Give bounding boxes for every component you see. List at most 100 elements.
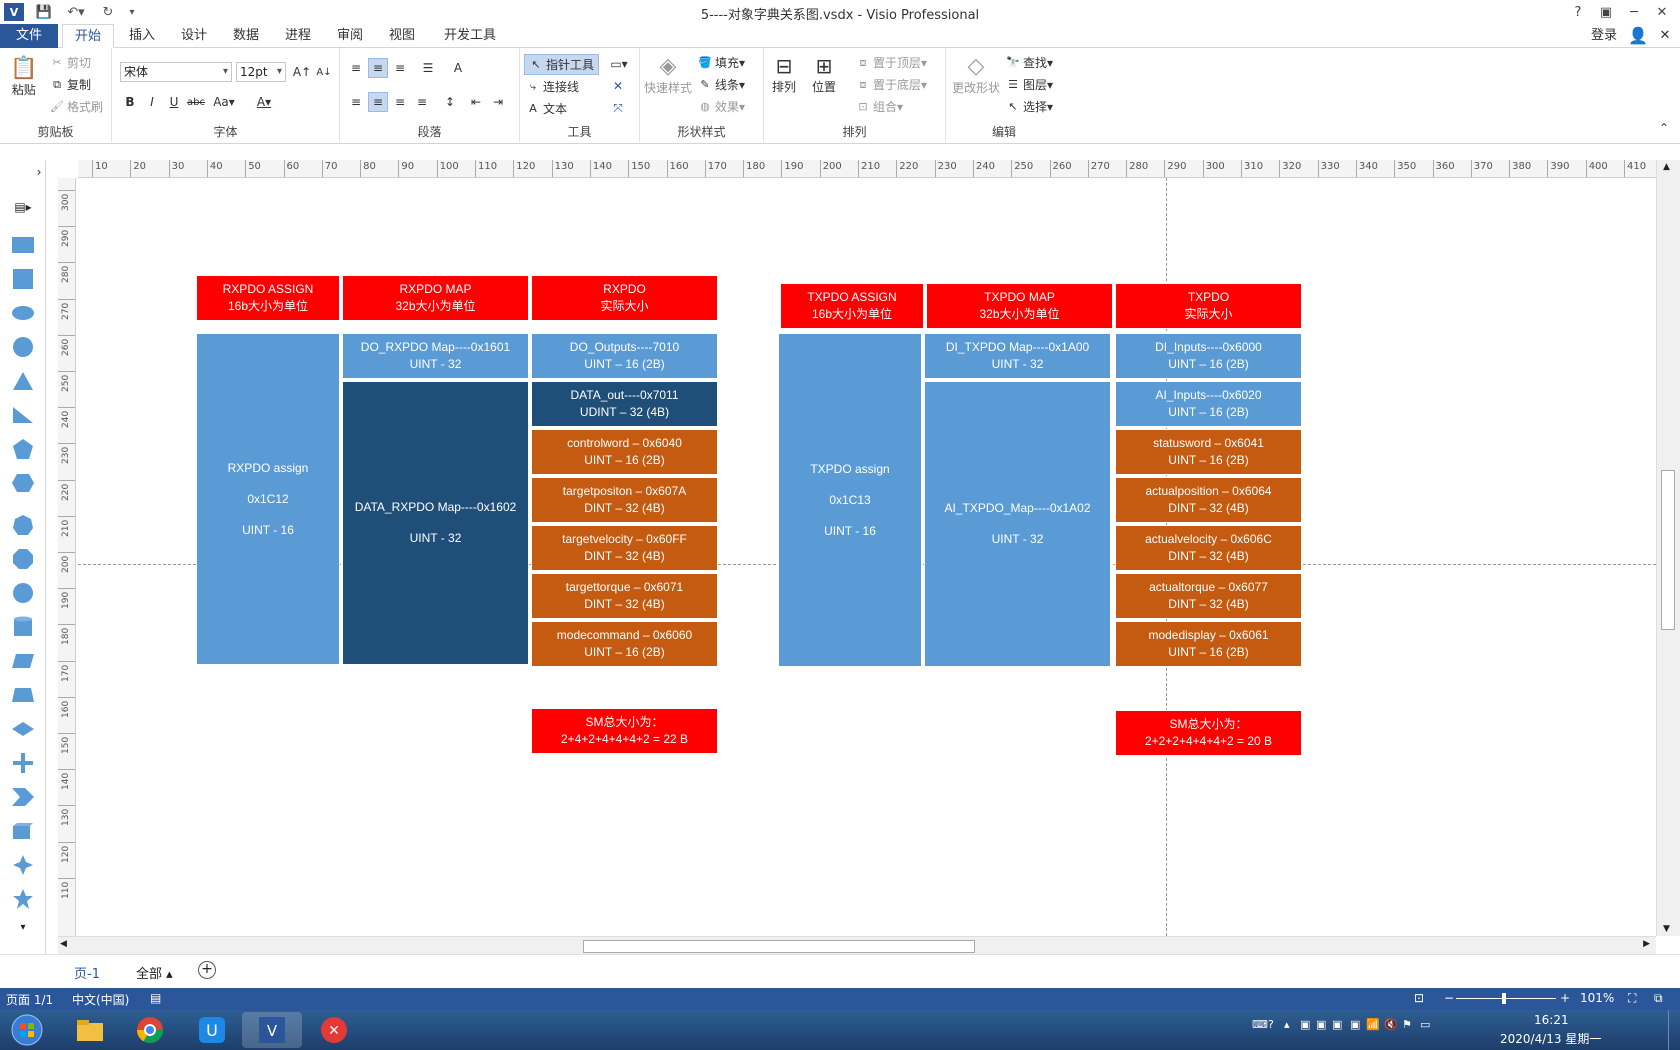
network-tray-icon[interactable]: 📶 xyxy=(1366,1018,1380,1031)
rectangle-shape-icon[interactable] xyxy=(10,232,36,258)
show-desktop-button[interactable] xyxy=(1668,1010,1680,1050)
scroll-down-icon[interactable]: ▼ xyxy=(1663,924,1670,934)
vertical-scroll-thumb[interactable] xyxy=(1661,470,1675,630)
quick-styles-button[interactable]: ◈ 快速样式 xyxy=(644,54,692,96)
presentation-mode-icon[interactable]: ⊡ xyxy=(1414,991,1424,1005)
scroll-left-icon[interactable]: ◀ xyxy=(60,939,67,949)
grow-font-icon[interactable]: A↑ xyxy=(292,62,312,82)
data-rxpdo-map-box[interactable]: DATA_RXPDO Map----0x1602 UINT - 32 xyxy=(342,381,529,665)
tab-file[interactable]: 文件 xyxy=(0,24,58,48)
text-block-icon[interactable]: ⤧ xyxy=(608,98,628,118)
strikethrough-icon[interactable]: abc xyxy=(186,92,206,112)
tx-sm-total-box[interactable]: SM总大小为： 2+2+2+4+4+4+2 = 20 B xyxy=(1115,710,1302,756)
italic-icon[interactable]: I xyxy=(142,92,162,112)
tab-design[interactable]: 设计 xyxy=(172,24,216,48)
fit-page-icon[interactable]: ⛶ xyxy=(1628,991,1636,1006)
ribbon-display-icon[interactable]: ▣ xyxy=(1593,2,1619,22)
square-shape-icon[interactable] xyxy=(10,266,36,292)
txpdo-assign-header[interactable]: TXPDO ASSIGN 16b大小为单位 xyxy=(780,283,924,329)
horizontal-scrollbar[interactable]: ◀ ▶ xyxy=(58,936,1656,954)
drawing-canvas[interactable]: RXPDO ASSIGN 16b大小为单位 RXPDO MAP 32b大小为单位 R… xyxy=(78,178,1656,936)
app2-tray-icon[interactable]: ▣ xyxy=(1316,1018,1326,1031)
arrange-button[interactable]: ⊟ 排列 xyxy=(772,54,796,95)
hexagon-shape-icon[interactable] xyxy=(10,470,36,496)
tx-object-box[interactable]: modedisplay – 0x6061 UINT – 16 (2B) xyxy=(1115,621,1302,667)
do-rxpdo-map-box[interactable]: DO_RXPDO Map----0x1601 UINT - 32 xyxy=(342,333,529,379)
tab-insert[interactable]: 插入 xyxy=(120,24,164,48)
txpdo-assign-box[interactable]: TXPDO assign 0x1C13 UINT - 16 xyxy=(778,333,922,667)
line-spacing-icon[interactable]: ↕ xyxy=(440,92,460,112)
zoom-slider-thumb[interactable] xyxy=(1502,993,1506,1004)
rx-object-box[interactable]: targetpositon – 0x607A DINT – 32 (4B) xyxy=(531,477,718,523)
rxpdo-assign-box[interactable]: RXPDO assign 0x1C12 UINT - 16 xyxy=(196,333,340,665)
zoom-slider-track[interactable] xyxy=(1456,998,1556,999)
minimize-button[interactable]: ─ xyxy=(1621,2,1647,22)
close-button[interactable]: ✕ xyxy=(1649,2,1675,22)
align-middle-icon[interactable]: ≡ xyxy=(368,58,388,78)
clock-date[interactable]: 2020/4/13 星期一 xyxy=(1500,1030,1601,1047)
increase-indent-icon[interactable]: ⇥ xyxy=(488,92,508,112)
shrink-font-icon[interactable]: A↓ xyxy=(314,62,334,82)
tx-object-box[interactable]: actualvelocity – 0x606C DINT – 32 (4B) xyxy=(1115,525,1302,571)
all-pages-button[interactable]: 全部 ▴ xyxy=(136,963,173,982)
show-hidden-icons[interactable]: ▴ xyxy=(1284,1018,1290,1031)
font-family-select[interactable]: 宋体 xyxy=(120,62,232,82)
add-page-icon[interactable]: + xyxy=(198,961,216,979)
zoom-level[interactable]: 101% xyxy=(1580,991,1614,1005)
3d-box-shape-icon[interactable] xyxy=(10,818,36,844)
rx-object-box[interactable]: DATA_out----0x7011 UDINT – 32 (4B) xyxy=(531,381,718,427)
underline-icon[interactable]: U xyxy=(164,92,184,112)
pointer-tool-button[interactable]: ↖ 指针工具 xyxy=(524,54,600,75)
send-back-button[interactable]: ⧈ 置于底层 ▾ xyxy=(856,76,928,93)
tab-data[interactable]: 数据 xyxy=(224,24,268,48)
vertical-scrollbar[interactable]: ▲ ▼ xyxy=(1656,160,1680,936)
chrome-taskbar-icon[interactable] xyxy=(120,1012,180,1048)
align-right-icon[interactable]: ≡ xyxy=(390,92,410,112)
position-button[interactable]: ⊞ 位置 xyxy=(812,54,836,95)
switch-windows-icon[interactable]: ⧉ xyxy=(1654,991,1663,1006)
cylinder-shape-icon[interactable] xyxy=(10,614,36,640)
align-top-icon[interactable]: ≡ xyxy=(346,58,366,78)
macro-record-icon[interactable]: ▤ xyxy=(150,991,161,1005)
connection-point-icon[interactable]: ✕ xyxy=(608,76,628,96)
file-explorer-taskbar-icon[interactable] xyxy=(60,1012,120,1048)
app3-tray-icon[interactable]: ▣ xyxy=(1332,1018,1342,1031)
font-size-select[interactable]: 12pt xyxy=(236,62,286,82)
tx-object-box[interactable]: AI_Inputs----0x6020 UINT – 16 (2B) xyxy=(1115,381,1302,427)
align-bottom-icon[interactable]: ≡ xyxy=(390,58,410,78)
page-indicator[interactable]: 页面 1/1 xyxy=(6,991,53,1008)
keyboard-tray-icon[interactable]: ⌨ xyxy=(1252,1018,1268,1031)
visio-taskbar-icon[interactable]: V xyxy=(242,1012,302,1048)
rxpdo-map-header[interactable]: RXPDO MAP 32b大小为单位 xyxy=(342,275,529,321)
align-center-icon[interactable]: ≡ xyxy=(368,92,388,112)
app4-tray-icon[interactable]: ▣ xyxy=(1350,1018,1360,1031)
rxpdo-header[interactable]: RXPDO 实际大小 xyxy=(531,275,718,321)
octagon-shape-icon[interactable] xyxy=(10,546,36,572)
battery-tray-icon[interactable]: ▭ xyxy=(1420,1018,1430,1031)
app-u-taskbar-icon[interactable]: U xyxy=(182,1012,242,1048)
trapezoid-shape-icon[interactable] xyxy=(10,682,36,708)
bold-icon[interactable]: B xyxy=(120,92,140,112)
di-txpdo-map-box[interactable]: DI_TXPDO Map----0x1A00 UINT - 32 xyxy=(924,333,1111,379)
text-direction-icon[interactable]: A xyxy=(448,58,468,78)
change-shape-button[interactable]: ◇ 更改形状 xyxy=(952,54,1000,96)
right-triangle-shape-icon[interactable] xyxy=(10,402,36,428)
rxpdo-assign-header[interactable]: RXPDO ASSIGN 16b大小为单位 xyxy=(196,275,340,321)
chevron-shape-icon[interactable] xyxy=(10,784,36,810)
tx-object-box[interactable]: actualposition – 0x6064 DINT – 32 (4B) xyxy=(1115,477,1302,523)
ellipse-shape-icon[interactable] xyxy=(10,300,36,326)
volume-muted-icon[interactable]: 🔇 xyxy=(1384,1018,1398,1031)
tab-developer[interactable]: 开发工具 xyxy=(440,24,500,48)
expand-panel-icon[interactable]: › xyxy=(26,164,52,180)
clock-time[interactable]: 16:21 xyxy=(1534,1013,1569,1027)
circle-shape-icon[interactable] xyxy=(10,334,36,360)
stencil-menu-icon[interactable]: ▤▸ xyxy=(10,194,36,220)
scroll-right-icon[interactable]: ▶ xyxy=(1643,939,1650,949)
fill-button[interactable]: 🪣 填充 ▾ xyxy=(698,54,745,71)
text-tool-button[interactable]: A 文本 xyxy=(526,100,567,117)
app-tray-icon[interactable]: ▣ xyxy=(1300,1018,1310,1031)
parallelogram-shape-icon[interactable] xyxy=(10,648,36,674)
horizontal-scroll-thumb[interactable] xyxy=(583,940,975,953)
tab-process[interactable]: 进程 xyxy=(276,24,320,48)
effects-button[interactable]: ◍ 效果 ▾ xyxy=(698,98,745,115)
